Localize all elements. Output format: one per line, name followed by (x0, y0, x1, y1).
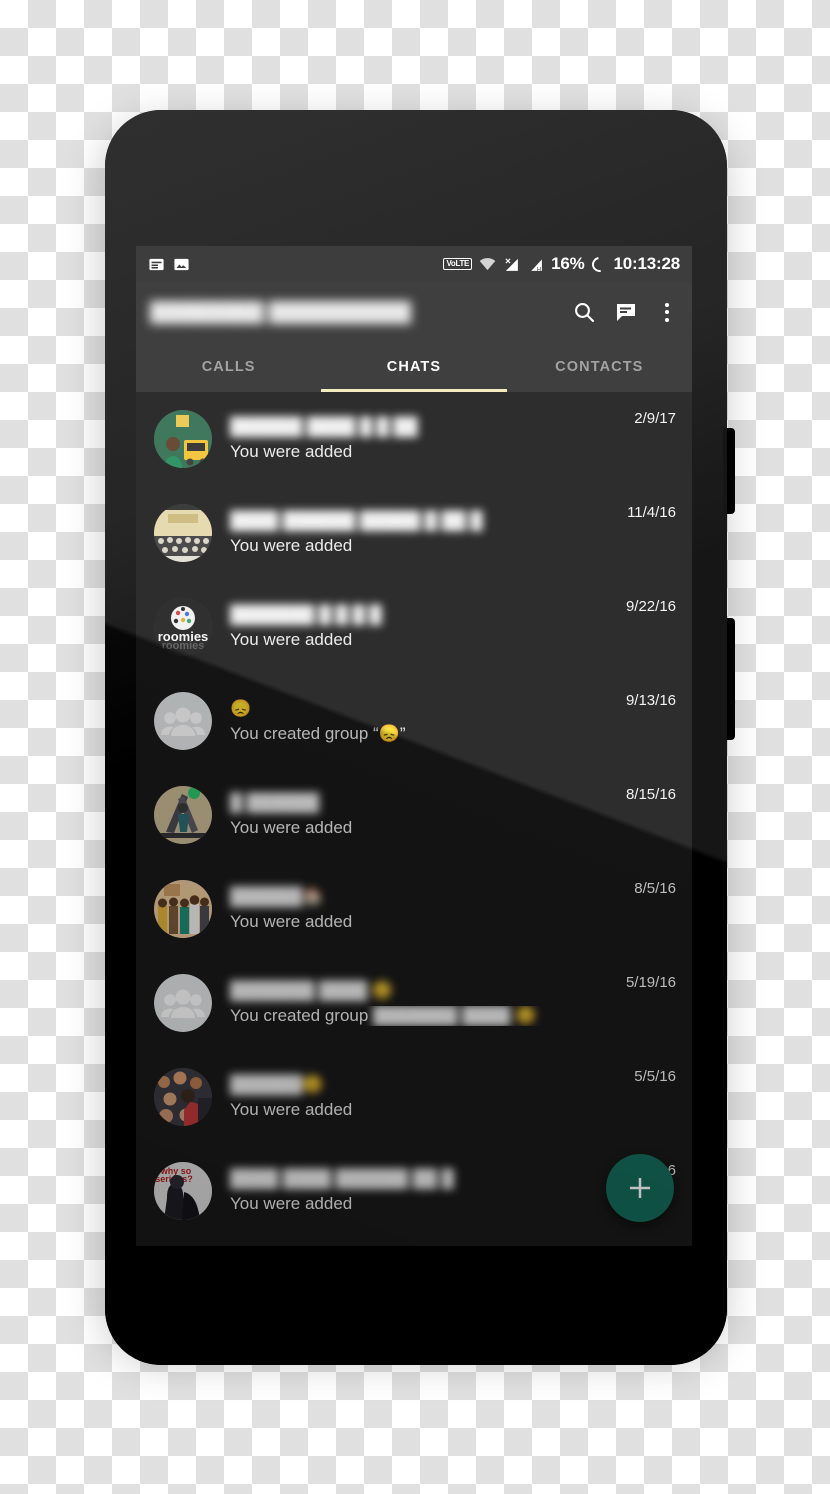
avatar[interactable]: why so serious? (154, 1162, 212, 1220)
chat-item-date: 11/4/16 (627, 504, 676, 521)
phone-screen: VoLTE H 16% 10:13:28 ████████ ██████████… (136, 246, 692, 1246)
chat-item-content: ████ ██████ █████ █ ██ █ You were added (212, 510, 617, 556)
chat-item-preview: You were added (230, 1194, 353, 1213)
chat-item-content: ██████😊 You were added (212, 1074, 624, 1120)
avatar[interactable] (154, 786, 212, 844)
avatar[interactable] (154, 1068, 212, 1126)
chat-item-date: 9/22/16 (625, 598, 676, 615)
chat-item-content: 😞 You created group “😞” (212, 698, 616, 744)
chat-item-date: 8/15/16 (625, 786, 676, 803)
chat-item-preview: You were added (230, 912, 353, 931)
status-bar-clock: 10:13:28 (613, 254, 681, 273)
chat-item-name: ████ ██████ █████ █ ██ █ (230, 511, 483, 530)
chat-item-preview: You were added (230, 442, 353, 461)
tab-bar: CALLS CHATS CONTACTS (136, 342, 692, 392)
chat-item-date: 9/13/16 (625, 692, 676, 709)
plus-icon (630, 1178, 650, 1198)
image-icon (173, 256, 190, 273)
signal-hspa-icon: H (527, 256, 544, 273)
chat-item-preview: You were added (230, 1100, 353, 1119)
chat-item-preview: You were added (230, 630, 353, 649)
avatar[interactable] (154, 410, 212, 468)
new-message-icon[interactable] (614, 300, 638, 324)
status-bar: VoLTE H 16% 10:13:28 (136, 246, 692, 282)
chat-list-item[interactable]: █ ██████ You were added 8/15/16 (136, 768, 692, 862)
battery-ring-icon (588, 253, 610, 275)
volte-icon: VoLTE (443, 258, 473, 270)
chat-list-item[interactable]: roomies roomies ███████ █ █ █ █ You were… (136, 580, 692, 674)
avatar[interactable] (154, 880, 212, 938)
chat-item-preview-groupname: ███████ ████ 😊 (373, 1006, 537, 1026)
signal-no-service-icon (503, 256, 520, 273)
chat-list-item[interactable]: ████ ██████ █████ █ ██ █ You were added … (136, 486, 692, 580)
svg-text:roomies: roomies (162, 640, 205, 652)
chat-item-date: 2/9/17 (634, 410, 676, 427)
chat-item-content: ██████🏠 You were added (212, 886, 624, 932)
tab-chats[interactable]: CHATS (321, 342, 506, 392)
chat-item-name: ██████ ████ █ █ ██ (230, 417, 418, 436)
status-bar-system-icons: VoLTE H 16% 10:13:28 (443, 253, 681, 275)
avatar[interactable]: roomies roomies (154, 598, 212, 656)
chat-list-item[interactable]: ██████🏠 You were added 8/5/16 (136, 862, 692, 956)
app-bar-actions (572, 300, 678, 324)
search-icon[interactable] (572, 300, 596, 324)
wifi-icon (479, 256, 496, 273)
chat-item-name: ████ ████ ██████ ██ █ (230, 1169, 454, 1188)
chat-item-preview-text: You created group (230, 1005, 369, 1025)
chat-item-preview: You were added (230, 818, 353, 837)
tab-calls[interactable]: CALLS (136, 342, 321, 392)
chat-list-item[interactable]: ██████ ████ █ █ ██ You were added 2/9/17 (136, 392, 692, 486)
phone-body: VoLTE H 16% 10:13:28 ████████ ██████████… (105, 110, 727, 1365)
volume-button[interactable] (723, 428, 735, 514)
chat-item-name: 😞 (230, 699, 252, 718)
tab-contacts[interactable]: CONTACTS (507, 342, 692, 392)
new-chat-fab[interactable] (606, 1154, 674, 1222)
chat-item-preview: You created group ███████ ████ 😊 (230, 1006, 616, 1027)
app-bar-title: ████████ ██████████ (150, 300, 411, 323)
avatar[interactable] (154, 504, 212, 562)
chat-item-content: ██████ ████ █ █ ██ You were added (212, 416, 624, 462)
app-bar: ████████ ██████████ (136, 282, 692, 342)
chat-item-content: ███████ █ █ █ █ You were added (212, 604, 616, 650)
avatar[interactable] (154, 974, 212, 1032)
chat-item-name: ███████ █ █ █ █ (230, 605, 382, 624)
overflow-menu-icon[interactable] (656, 302, 678, 322)
chat-list[interactable]: ██████ ████ █ █ ██ You were added 2/9/17… (136, 392, 692, 1246)
chat-list-item[interactable]: ██████😊 You were added 5/5/16 (136, 1050, 692, 1144)
avatar[interactable] (154, 692, 212, 750)
chat-item-name: ███████ ████ 😊 (230, 980, 394, 1000)
chat-list-item[interactable]: 😞 You created group “😞” 9/13/16 (136, 674, 692, 768)
battery-percent-label: 16% (551, 254, 585, 273)
chat-item-date: 5/19/16 (625, 974, 676, 991)
chat-item-date: 5/5/16 (634, 1068, 676, 1085)
phone-device: VoLTE H 16% 10:13:28 ████████ ██████████… (105, 110, 735, 1365)
chat-item-content: █ ██████ You were added (212, 792, 616, 838)
chat-item-date: 8/5/16 (634, 880, 676, 897)
chat-item-preview: You were added (230, 536, 353, 555)
status-bar-notifications (148, 256, 190, 273)
chat-item-content: ███████ ████ 😊 You created group ███████… (212, 980, 616, 1027)
svg-text:H: H (537, 266, 541, 272)
chat-item-content: ████ ████ ██████ ██ █ You were added (212, 1168, 624, 1214)
chat-item-name: █ ██████ (230, 793, 320, 812)
note-icon (148, 256, 165, 273)
power-button[interactable] (723, 618, 735, 740)
chat-list-item[interactable]: ███████ ████ 😊 You created group ███████… (136, 956, 692, 1050)
chat-item-name: ██████🏠 (230, 887, 324, 906)
chat-item-name: ██████😊 (230, 1075, 324, 1094)
chat-item-preview: You created group “😞” (230, 724, 406, 743)
